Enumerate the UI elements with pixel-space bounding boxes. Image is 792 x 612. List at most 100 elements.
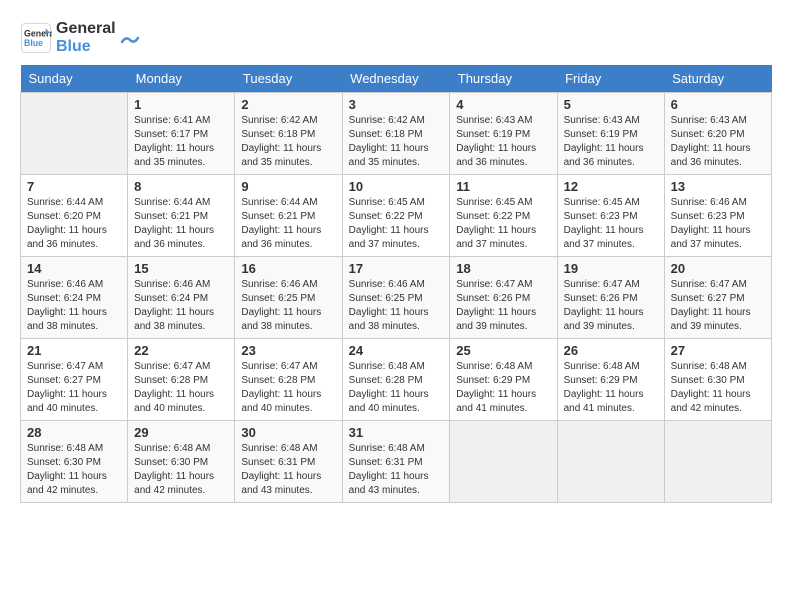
calendar-cell: 22Sunrise: 6:47 AMSunset: 6:28 PMDayligh… (128, 339, 235, 421)
calendar-cell: 19Sunrise: 6:47 AMSunset: 6:26 PMDayligh… (557, 257, 664, 339)
calendar-cell: 25 Sunrise: 6:48 AMSunset: 6:29 PMDayligh… (450, 339, 557, 421)
logo-text-general: General (56, 20, 116, 38)
day-detail: Sunrise: 6:46 AMSunset: 6:24 PMDaylight:… (134, 278, 228, 334)
day-detail: Sunrise: 6:42 AMSunset: 6:18 PMDaylight:… (241, 114, 335, 170)
day-detail: Sunrise: 6:48 AMSunset: 6:28 PMDaylight:… (349, 360, 444, 416)
calendar-cell: 29 Sunrise: 6:48 AMSunset: 6:30 PMDayligh… (128, 421, 235, 503)
weekday-header-cell: Thursday (450, 65, 557, 93)
calendar-cell: 4 Sunrise: 6:43 AMSunset: 6:19 PMDaylight… (450, 93, 557, 175)
weekday-header-cell: Friday (557, 65, 664, 93)
day-detail: Sunrise: 6:44 AMSunset: 6:21 PMDaylight:… (241, 196, 335, 252)
day-detail: Sunrise: 6:45 AMSunset: 6:22 PMDaylight:… (349, 196, 444, 252)
calendar-cell: 18Sunrise: 6:47 AMSunset: 6:26 PMDayligh… (450, 257, 557, 339)
svg-text:General: General (24, 28, 52, 38)
calendar-cell (450, 421, 557, 503)
day-detail: Sunrise: 6:46 AMSunset: 6:24 PMDaylight:… (27, 278, 121, 334)
day-detail: Sunrise: 6:48 AMSunset: 6:31 PMDaylight:… (241, 442, 335, 498)
day-number: 2 (241, 97, 335, 112)
calendar-week-row: 1 Sunrise: 6:41 AMSunset: 6:17 PMDaylight… (21, 93, 772, 175)
calendar-cell: 24 Sunrise: 6:48 AMSunset: 6:28 PMDayligh… (342, 339, 450, 421)
calendar-week-row: 28 Sunrise: 6:48 AMSunset: 6:30 PMDayligh… (21, 421, 772, 503)
day-detail: Sunrise: 6:47 AMSunset: 6:26 PMDaylight:… (456, 278, 550, 334)
calendar-cell: 5 Sunrise: 6:43 AMSunset: 6:19 PMDaylight… (557, 93, 664, 175)
calendar-week-row: 21Sunrise: 6:47 AMSunset: 6:27 PMDayligh… (21, 339, 772, 421)
day-number: 3 (349, 97, 444, 112)
day-detail: Sunrise: 6:48 AMSunset: 6:29 PMDaylight:… (564, 360, 658, 416)
calendar-cell: 28 Sunrise: 6:48 AMSunset: 6:30 PMDayligh… (21, 421, 128, 503)
weekday-header-cell: Sunday (21, 65, 128, 93)
day-detail: Sunrise: 6:48 AMSunset: 6:29 PMDaylight:… (456, 360, 550, 416)
day-number: 25 (456, 343, 550, 358)
day-number: 30 (241, 425, 335, 440)
day-detail: Sunrise: 6:44 AMSunset: 6:20 PMDaylight:… (27, 196, 121, 252)
day-number: 10 (349, 179, 444, 194)
day-number: 15 (134, 261, 228, 276)
day-number: 28 (27, 425, 121, 440)
weekday-header-row: SundayMondayTuesdayWednesdayThursdayFrid… (21, 65, 772, 93)
day-number: 7 (27, 179, 121, 194)
calendar-cell: 13 Sunrise: 6:46 AMSunset: 6:23 PMDayligh… (664, 175, 771, 257)
day-detail: Sunrise: 6:47 AMSunset: 6:28 PMDaylight:… (241, 360, 335, 416)
day-number: 23 (241, 343, 335, 358)
calendar-cell: 26Sunrise: 6:48 AMSunset: 6:29 PMDayligh… (557, 339, 664, 421)
day-detail: Sunrise: 6:47 AMSunset: 6:28 PMDaylight:… (134, 360, 228, 416)
page-header: General Blue General Blue (20, 20, 772, 55)
calendar-week-row: 14 Sunrise: 6:46 AMSunset: 6:24 PMDayligh… (21, 257, 772, 339)
day-number: 29 (134, 425, 228, 440)
day-number: 16 (241, 261, 335, 276)
day-detail: Sunrise: 6:45 AMSunset: 6:23 PMDaylight:… (564, 196, 658, 252)
weekday-header-cell: Tuesday (235, 65, 342, 93)
day-number: 17 (349, 261, 444, 276)
calendar-cell: 31 Sunrise: 6:48 AMSunset: 6:31 PMDayligh… (342, 421, 450, 503)
day-number: 27 (671, 343, 765, 358)
calendar-cell (21, 93, 128, 175)
day-number: 14 (27, 261, 121, 276)
day-number: 1 (134, 97, 228, 112)
day-detail: Sunrise: 6:46 AMSunset: 6:25 PMDaylight:… (241, 278, 335, 334)
calendar-cell: 14 Sunrise: 6:46 AMSunset: 6:24 PMDayligh… (21, 257, 128, 339)
calendar-cell: 9 Sunrise: 6:44 AMSunset: 6:21 PMDaylight… (235, 175, 342, 257)
calendar-cell (557, 421, 664, 503)
calendar-week-row: 7 Sunrise: 6:44 AMSunset: 6:20 PMDaylight… (21, 175, 772, 257)
day-number: 31 (349, 425, 444, 440)
calendar-cell: 16 Sunrise: 6:46 AMSunset: 6:25 PMDayligh… (235, 257, 342, 339)
day-number: 5 (564, 97, 658, 112)
day-number: 12 (564, 179, 658, 194)
day-number: 11 (456, 179, 550, 194)
day-number: 6 (671, 97, 765, 112)
day-detail: Sunrise: 6:43 AMSunset: 6:19 PMDaylight:… (564, 114, 658, 170)
calendar-cell (664, 421, 771, 503)
day-detail: Sunrise: 6:48 AMSunset: 6:30 PMDaylight:… (27, 442, 121, 498)
day-number: 4 (456, 97, 550, 112)
day-detail: Sunrise: 6:47 AMSunset: 6:27 PMDaylight:… (27, 360, 121, 416)
day-number: 24 (349, 343, 444, 358)
calendar-cell: 20Sunrise: 6:47 AMSunset: 6:27 PMDayligh… (664, 257, 771, 339)
weekday-header-cell: Monday (128, 65, 235, 93)
day-detail: Sunrise: 6:45 AMSunset: 6:22 PMDaylight:… (456, 196, 550, 252)
day-detail: Sunrise: 6:44 AMSunset: 6:21 PMDaylight:… (134, 196, 228, 252)
calendar-cell: 12 Sunrise: 6:45 AMSunset: 6:23 PMDayligh… (557, 175, 664, 257)
day-number: 20 (671, 261, 765, 276)
svg-text:Blue: Blue (24, 38, 43, 48)
day-detail: Sunrise: 6:47 AMSunset: 6:26 PMDaylight:… (564, 278, 658, 334)
day-detail: Sunrise: 6:43 AMSunset: 6:19 PMDaylight:… (456, 114, 550, 170)
day-detail: Sunrise: 6:46 AMSunset: 6:25 PMDaylight:… (349, 278, 444, 334)
calendar-cell: 21Sunrise: 6:47 AMSunset: 6:27 PMDayligh… (21, 339, 128, 421)
calendar-body: 1 Sunrise: 6:41 AMSunset: 6:17 PMDaylight… (21, 93, 772, 503)
calendar-cell: 8 Sunrise: 6:44 AMSunset: 6:21 PMDaylight… (128, 175, 235, 257)
day-detail: Sunrise: 6:48 AMSunset: 6:30 PMDaylight:… (134, 442, 228, 498)
day-detail: Sunrise: 6:48 AMSunset: 6:31 PMDaylight:… (349, 442, 444, 498)
day-number: 8 (134, 179, 228, 194)
calendar-cell: 11 Sunrise: 6:45 AMSunset: 6:22 PMDayligh… (450, 175, 557, 257)
day-number: 9 (241, 179, 335, 194)
logo-wave-icon (120, 28, 140, 48)
day-number: 13 (671, 179, 765, 194)
calendar-cell: 3Sunrise: 6:42 AMSunset: 6:18 PMDaylight… (342, 93, 450, 175)
calendar-cell: 23 Sunrise: 6:47 AMSunset: 6:28 PMDayligh… (235, 339, 342, 421)
calendar-cell: 30 Sunrise: 6:48 AMSunset: 6:31 PMDayligh… (235, 421, 342, 503)
logo-icon: General Blue (20, 22, 52, 54)
day-detail: Sunrise: 6:41 AMSunset: 6:17 PMDaylight:… (134, 114, 228, 170)
day-detail: Sunrise: 6:46 AMSunset: 6:23 PMDaylight:… (671, 196, 765, 252)
calendar-cell: 17 Sunrise: 6:46 AMSunset: 6:25 PMDayligh… (342, 257, 450, 339)
calendar-cell: 15 Sunrise: 6:46 AMSunset: 6:24 PMDayligh… (128, 257, 235, 339)
